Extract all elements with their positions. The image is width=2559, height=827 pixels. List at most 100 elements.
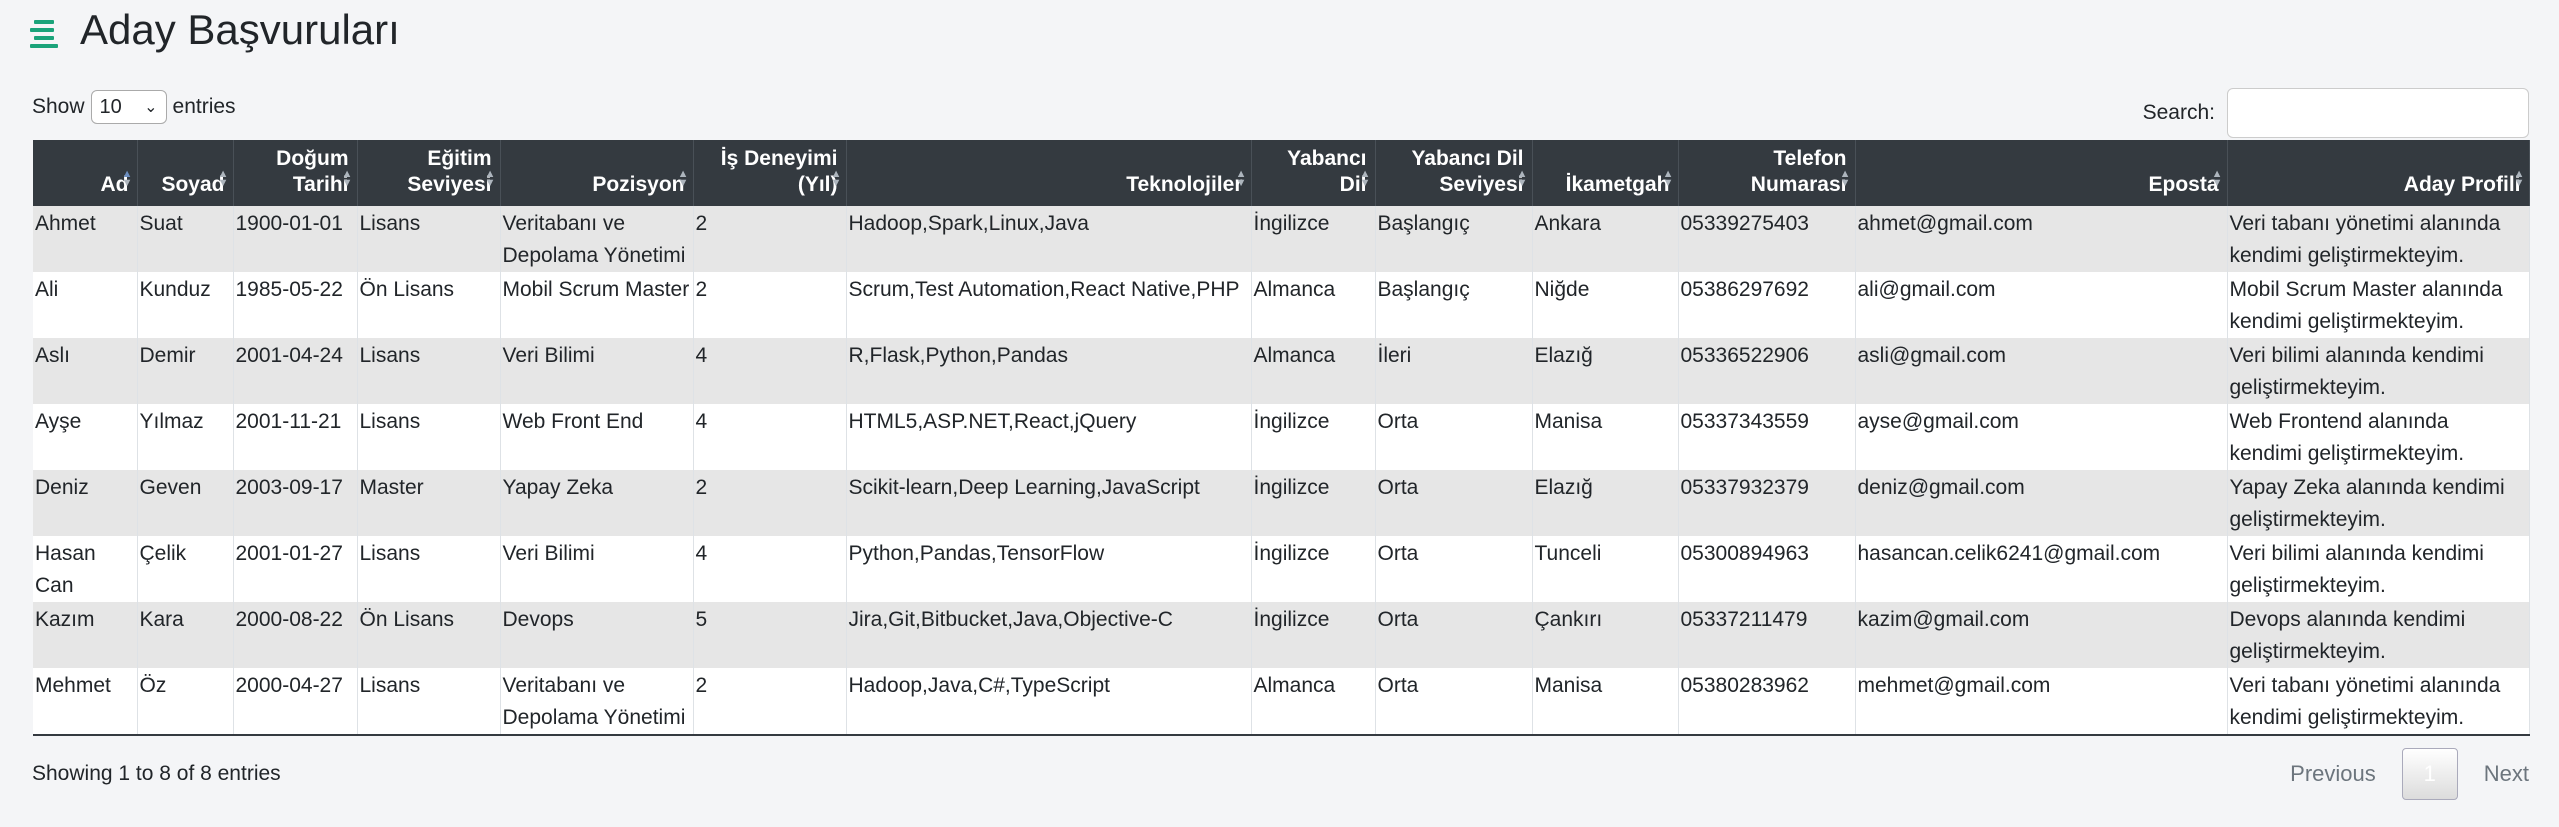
show-label: Show: [32, 95, 85, 118]
cell-dogum-tarihi: 1900-01-01: [233, 206, 358, 272]
cell-is-deneyimi-yil: 4: [693, 536, 847, 602]
cell-ikametgah: Manisa: [1532, 668, 1679, 736]
cell-egitim-seviyesi: Lisans: [357, 338, 501, 404]
table-row[interactable]: Ayşe Yılmaz 2001-11-21 Lisans Web Front End 4…: [33, 404, 2530, 470]
cell-teknolojiler: Scrum,Test Automation,React Native,PHP: [846, 272, 1252, 338]
cell-eposta: ali@gmail.com: [1855, 272, 2228, 338]
cell-is-deneyimi-yil: 2: [693, 272, 847, 338]
column-header-yabanci-dil-seviyesi[interactable]: Yabancı Dil Seviyesi ▲ ▼: [1375, 140, 1533, 206]
cell-eposta: hasancan.celik6241@gmail.com: [1855, 536, 2228, 602]
column-header-label: Doğum Tarihi: [276, 147, 349, 196]
cell-ad: Aslı: [33, 338, 138, 404]
cell-teknolojiler: Python,Pandas,TensorFlow: [846, 536, 1252, 602]
cell-telefon-numarasi: 05386297692: [1678, 272, 1856, 338]
cell-is-deneyimi-yil: 4: [693, 404, 847, 470]
column-header-teknolojiler[interactable]: Teknolojiler ▲ ▼: [846, 140, 1252, 206]
column-header-is-deneyimi-yil[interactable]: İş Deneyimi (Yıl) ▲ ▼: [693, 140, 847, 206]
cell-egitim-seviyesi: Lisans: [357, 668, 501, 736]
sort-icon: ▲ ▼: [341, 168, 353, 189]
table-row[interactable]: Aslı Demir 2001-04-24 Lisans Veri Bilimi 4 R,F…: [33, 338, 2530, 404]
cell-ikametgah: Tunceli: [1532, 536, 1679, 602]
sort-icon: ▲ ▼: [484, 168, 496, 189]
column-header-label: İkametgah: [1565, 173, 1670, 196]
cell-is-deneyimi-yil: 4: [693, 338, 847, 404]
table-header-row: Ad ▲ ▼ Soyad ▲ ▼ Doğum Tarihi ▲ ▼ Eğitim Seviyesi…: [33, 140, 2530, 206]
column-header-pozisyon[interactable]: Pozisyon ▲ ▼: [500, 140, 694, 206]
cell-yabanci-dil-seviyesi: Orta: [1375, 470, 1533, 536]
cell-egitim-seviyesi: Lisans: [357, 206, 501, 272]
cell-yabanci-dil: Almanca: [1251, 272, 1376, 338]
cell-pozisyon: Mobil Scrum Master: [500, 272, 694, 338]
table-info: Showing 1 to 8 of 8 entries: [32, 762, 281, 785]
cell-ikametgah: Çankırı: [1532, 602, 1679, 668]
cell-dogum-tarihi: 2000-04-27: [233, 668, 358, 736]
sort-icon: ▲ ▼: [2211, 168, 2223, 189]
cell-yabanci-dil-seviyesi: Orta: [1375, 602, 1533, 668]
entries-label: entries: [172, 95, 236, 118]
column-header-ikametgah[interactable]: İkametgah ▲ ▼: [1532, 140, 1679, 206]
table-row[interactable]: Mehmet Öz 2000-04-27 Lisans Veritabanı ve De…: [33, 668, 2530, 736]
search-input[interactable]: [2227, 88, 2529, 138]
column-header-label: Soyad: [161, 173, 225, 196]
cell-ad: Ali: [33, 272, 138, 338]
cell-pozisyon: Web Front End: [500, 404, 694, 470]
next-button[interactable]: Next: [2484, 761, 2529, 787]
column-header-eposta[interactable]: Eposta ▲ ▼: [1855, 140, 2228, 206]
search-control: Search:: [2143, 88, 2529, 138]
cell-telefon-numarasi: 05337211479: [1678, 602, 1856, 668]
cell-yabanci-dil-seviyesi: Orta: [1375, 536, 1533, 602]
cell-teknolojiler: Jira,Git,Bitbucket,Java,Objective-C: [846, 602, 1252, 668]
column-header-egitim-seviyesi[interactable]: Eğitim Seviyesi ▲ ▼: [357, 140, 501, 206]
cell-eposta: ahmet@gmail.com: [1855, 206, 2228, 272]
cell-aday-profili: Yapay Zeka alanında kendimi geliştirmekt…: [2227, 470, 2530, 536]
cell-yabanci-dil: İngilizce: [1251, 536, 1376, 602]
table-row[interactable]: Ahmet Suat 1900-01-01 Lisans Veritabanı ve D…: [33, 206, 2530, 272]
cell-soyad: Demir: [137, 338, 234, 404]
cell-yabanci-dil: Almanca: [1251, 668, 1376, 736]
column-header-aday-profili[interactable]: Aday Profili ▲ ▼: [2227, 140, 2530, 206]
menu-lines-icon[interactable]: [30, 16, 62, 48]
page-1-button[interactable]: 1: [2401, 748, 2458, 800]
cell-yabanci-dil-seviyesi: İleri: [1375, 338, 1533, 404]
table-body: Ahmet Suat 1900-01-01 Lisans Veritabanı ve D…: [33, 206, 2530, 736]
column-header-label: Yabancı Dil: [1287, 147, 1367, 196]
previous-button[interactable]: Previous: [2290, 761, 2376, 787]
column-header-dogum-tarihi[interactable]: Doğum Tarihi ▲ ▼: [233, 140, 358, 206]
column-header-label: İş Deneyimi (Yıl): [720, 147, 838, 196]
cell-soyad: Kara: [137, 602, 234, 668]
column-header-soyad[interactable]: Soyad ▲ ▼: [137, 140, 234, 206]
cell-dogum-tarihi: 2003-09-17: [233, 470, 358, 536]
table-row[interactable]: Hasan Can Çelik 2001-01-27 Lisans Veri Bilim…: [33, 536, 2530, 602]
cell-yabanci-dil-seviyesi: Başlangıç: [1375, 272, 1533, 338]
cell-dogum-tarihi: 2001-01-27: [233, 536, 358, 602]
cell-soyad: Suat: [137, 206, 234, 272]
cell-egitim-seviyesi: Lisans: [357, 404, 501, 470]
cell-ad: Ahmet: [33, 206, 138, 272]
cell-aday-profili: Veri tabanı yönetimi alanında kendimi ge…: [2227, 206, 2530, 272]
table-row[interactable]: Deniz Geven 2003-09-17 Master Yapay Zeka 2 Sci…: [33, 470, 2530, 536]
sort-icon: ▲ ▼: [1235, 168, 1247, 189]
cell-telefon-numarasi: 05337932379: [1678, 470, 1856, 536]
column-header-yabanci-dil[interactable]: Yabancı Dil ▲ ▼: [1251, 140, 1376, 206]
cell-pozisyon: Veritabanı ve Depolama Yönetimi: [500, 206, 694, 272]
cell-dogum-tarihi: 2000-08-22: [233, 602, 358, 668]
cell-eposta: kazim@gmail.com: [1855, 602, 2228, 668]
cell-ad: Hasan Can: [33, 536, 138, 602]
page-title: Aday Başvuruları: [80, 6, 400, 53]
cell-ad: Mehmet: [33, 668, 138, 736]
table-row[interactable]: Ali Kunduz 1985-05-22 Ön Lisans Mobil Scrum …: [33, 272, 2530, 338]
cell-egitim-seviyesi: Lisans: [357, 536, 501, 602]
cell-telefon-numarasi: 05337343559: [1678, 404, 1856, 470]
column-header-ad[interactable]: Ad ▲ ▼: [33, 140, 138, 206]
sort-icon: ▲ ▼: [1839, 168, 1851, 189]
cell-yabanci-dil-seviyesi: Orta: [1375, 404, 1533, 470]
cell-eposta: deniz@gmail.com: [1855, 470, 2228, 536]
column-header-telefon-numarasi[interactable]: Telefon Numarası ▲ ▼: [1678, 140, 1856, 206]
table-row[interactable]: Kazım Kara 2000-08-22 Ön Lisans Devops 5 Jira,…: [33, 602, 2530, 668]
cell-telefon-numarasi: 05339275403: [1678, 206, 1856, 272]
entries-select[interactable]: 10 ⌄: [90, 90, 167, 124]
cell-dogum-tarihi: 1985-05-22: [233, 272, 358, 338]
cell-dogum-tarihi: 2001-04-24: [233, 338, 358, 404]
cell-ikametgah: Elazığ: [1532, 470, 1679, 536]
cell-teknolojiler: HTML5,ASP.NET,React,jQuery: [846, 404, 1252, 470]
